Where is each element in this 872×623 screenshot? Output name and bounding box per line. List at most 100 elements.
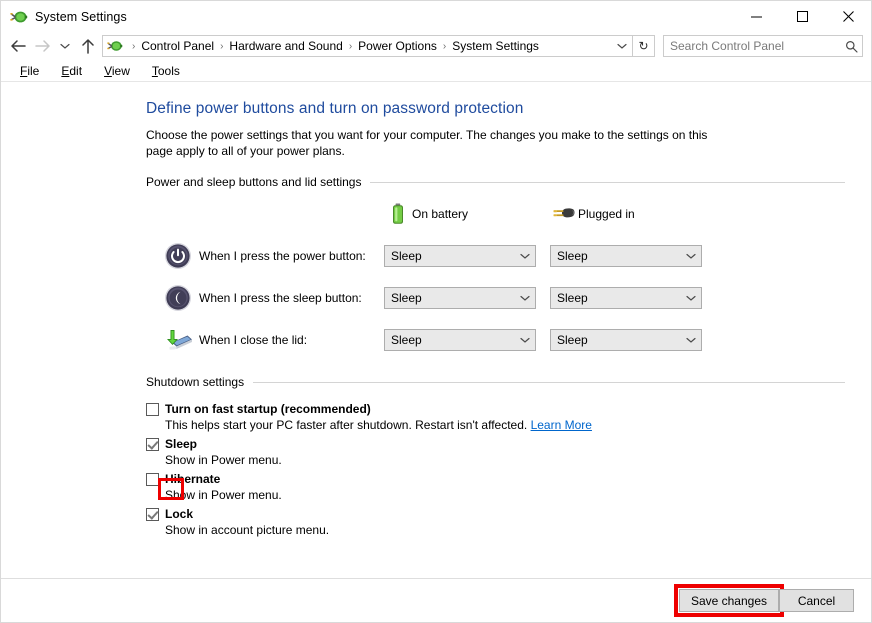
- power-button-plugged-in-value: Sleep: [557, 249, 588, 263]
- checkbox-fast-startup-label: Turn on fast startup (recommended): [165, 402, 371, 416]
- lock-description: Show in account picture menu.: [165, 523, 330, 537]
- menu-file[interactable]: File: [9, 64, 50, 78]
- hibernate-description: Show in Power menu.: [165, 488, 282, 502]
- chevron-down-icon: [515, 253, 535, 260]
- menu-bar: File Edit View Tools: [1, 60, 871, 82]
- menu-view[interactable]: View: [93, 64, 141, 78]
- power-section-header: Power and sleep buttons and lid settings: [146, 175, 845, 189]
- close-icon[interactable]: [825, 1, 871, 32]
- chevron-down-icon: [515, 337, 535, 344]
- search-input-placeholder[interactable]: Search Control Panel: [664, 39, 840, 53]
- up-arrow-icon[interactable]: [75, 34, 100, 58]
- breadcrumb-separator: ›: [442, 40, 447, 52]
- checkbox-lock[interactable]: [146, 508, 159, 521]
- shutdown-section-rule: [253, 381, 845, 383]
- column-header-plugged-in-label: Plugged in: [578, 207, 635, 221]
- fast-startup-description-text: This helps start your PC faster after sh…: [165, 418, 528, 432]
- checkbox-sleep-label: Sleep: [165, 437, 198, 451]
- power-button-on-battery-dropdown[interactable]: Sleep: [384, 245, 536, 267]
- footer-button-bar: Save changes Cancel: [1, 578, 871, 622]
- power-options-icon: [10, 8, 28, 26]
- checkbox-row-sleep[interactable]: Sleep: [146, 436, 845, 452]
- breadcrumb-system-settings[interactable]: System Settings: [451, 39, 540, 53]
- cancel-button[interactable]: Cancel: [779, 589, 854, 612]
- menu-file-rest: ile: [27, 63, 40, 78]
- setting-row-sleep-button-label: When I press the sleep button:: [199, 291, 362, 305]
- menu-tools[interactable]: Tools: [141, 64, 191, 78]
- history-chevron-down-icon[interactable]: [55, 34, 75, 58]
- learn-more-link[interactable]: Learn More: [531, 418, 592, 432]
- close-lid-icon: [157, 326, 199, 354]
- sleep-button-icon: [157, 284, 199, 312]
- menu-view-rest: iew: [111, 63, 130, 78]
- page-description: Choose the power settings that you want …: [146, 128, 708, 158]
- checkbox-lock-label: Lock: [165, 507, 194, 521]
- sleep-button-on-battery-value: Sleep: [391, 291, 422, 305]
- battery-icon: [384, 203, 412, 225]
- page-title: Define power buttons and turn on passwor…: [146, 100, 524, 117]
- sleep-button-plugged-in-value: Sleep: [557, 291, 588, 305]
- setting-row-power-button: When I press the power button: Sleep Sle…: [146, 235, 845, 277]
- save-changes-button[interactable]: Save changes: [678, 589, 779, 612]
- setting-row-close-lid-label: When I close the lid:: [199, 333, 308, 347]
- column-header-on-battery: On battery: [384, 203, 550, 225]
- power-plug-icon: [550, 205, 578, 223]
- fast-startup-description: This helps start your PC faster after sh…: [165, 417, 845, 433]
- power-button-on-battery-value: Sleep: [391, 249, 422, 263]
- close-lid-on-battery-dropdown[interactable]: Sleep: [384, 329, 536, 351]
- minimize-icon[interactable]: [733, 1, 779, 32]
- checkbox-hibernate-label: Hibernate: [165, 472, 221, 486]
- window-title: System Settings: [35, 9, 127, 24]
- breadcrumb-control-panel[interactable]: Control Panel: [140, 39, 215, 53]
- breadcrumb-hardware-and-sound[interactable]: Hardware and Sound: [228, 39, 343, 53]
- setting-row-close-lid: When I close the lid: Sleep Sleep: [146, 319, 845, 361]
- menu-view-accel: V: [104, 63, 112, 78]
- menu-edit-rest: dit: [69, 63, 83, 78]
- column-header-on-battery-label: On battery: [412, 207, 469, 221]
- close-lid-plugged-in-value: Sleep: [557, 333, 588, 347]
- shutdown-section-header-label: Shutdown settings: [146, 375, 245, 389]
- shutdown-section-header: Shutdown settings: [146, 375, 845, 389]
- power-button-icon: [157, 242, 199, 270]
- menu-tools-rest: ools: [157, 63, 180, 78]
- chevron-down-icon: [681, 253, 701, 260]
- chevron-down-icon: [681, 337, 701, 344]
- setting-row-sleep-button: When I press the sleep button: Sleep Sle…: [146, 277, 845, 319]
- search-icon[interactable]: [840, 40, 862, 53]
- forward-arrow-icon: [30, 34, 55, 58]
- search-box[interactable]: Search Control Panel: [663, 35, 863, 57]
- checkbox-row-lock[interactable]: Lock: [146, 506, 845, 522]
- address-bar: › Control Panel › Hardware and Sound › P…: [1, 32, 871, 60]
- setting-row-power-button-label: When I press the power button:: [199, 249, 366, 263]
- checkbox-sleep[interactable]: [146, 438, 159, 451]
- menu-edit[interactable]: Edit: [50, 64, 93, 78]
- back-arrow-icon[interactable]: [5, 34, 30, 58]
- refresh-icon[interactable]: ↻: [633, 35, 655, 57]
- checkbox-row-hibernate[interactable]: Hibernate: [146, 471, 845, 487]
- power-button-plugged-in-dropdown[interactable]: Sleep: [550, 245, 702, 267]
- checkbox-row-fast-startup[interactable]: Turn on fast startup (recommended): [146, 401, 845, 417]
- power-section-rule: [370, 181, 845, 183]
- breadcrumb-power-options-icon: [107, 38, 123, 54]
- sleep-description: Show in Power menu.: [165, 453, 282, 467]
- checkbox-hibernate[interactable]: [146, 473, 159, 486]
- breadcrumb-power-options[interactable]: Power Options: [357, 39, 438, 53]
- sleep-button-plugged-in-dropdown[interactable]: Sleep: [550, 287, 702, 309]
- checkbox-fast-startup[interactable]: [146, 403, 159, 416]
- chevron-down-icon: [681, 295, 701, 302]
- close-lid-on-battery-value: Sleep: [391, 333, 422, 347]
- title-bar: System Settings: [1, 1, 871, 32]
- column-header-plugged-in: Plugged in: [550, 205, 716, 223]
- close-lid-plugged-in-dropdown[interactable]: Sleep: [550, 329, 702, 351]
- breadcrumb-separator: ›: [348, 40, 353, 52]
- system-settings-window: System Settings › Control Panel › Hardwa…: [0, 0, 872, 623]
- sleep-button-on-battery-dropdown[interactable]: Sleep: [384, 287, 536, 309]
- address-chevron-down-icon[interactable]: [612, 36, 632, 56]
- content-area: Define power buttons and turn on passwor…: [1, 82, 871, 578]
- breadcrumb-separator: ›: [132, 40, 136, 52]
- maximize-icon[interactable]: [779, 1, 825, 32]
- save-changes-wrapper: Save changes: [673, 584, 784, 617]
- breadcrumb-bar[interactable]: › Control Panel › Hardware and Sound › P…: [102, 35, 633, 57]
- chevron-down-icon: [515, 295, 535, 302]
- caption-button-group: [733, 1, 871, 32]
